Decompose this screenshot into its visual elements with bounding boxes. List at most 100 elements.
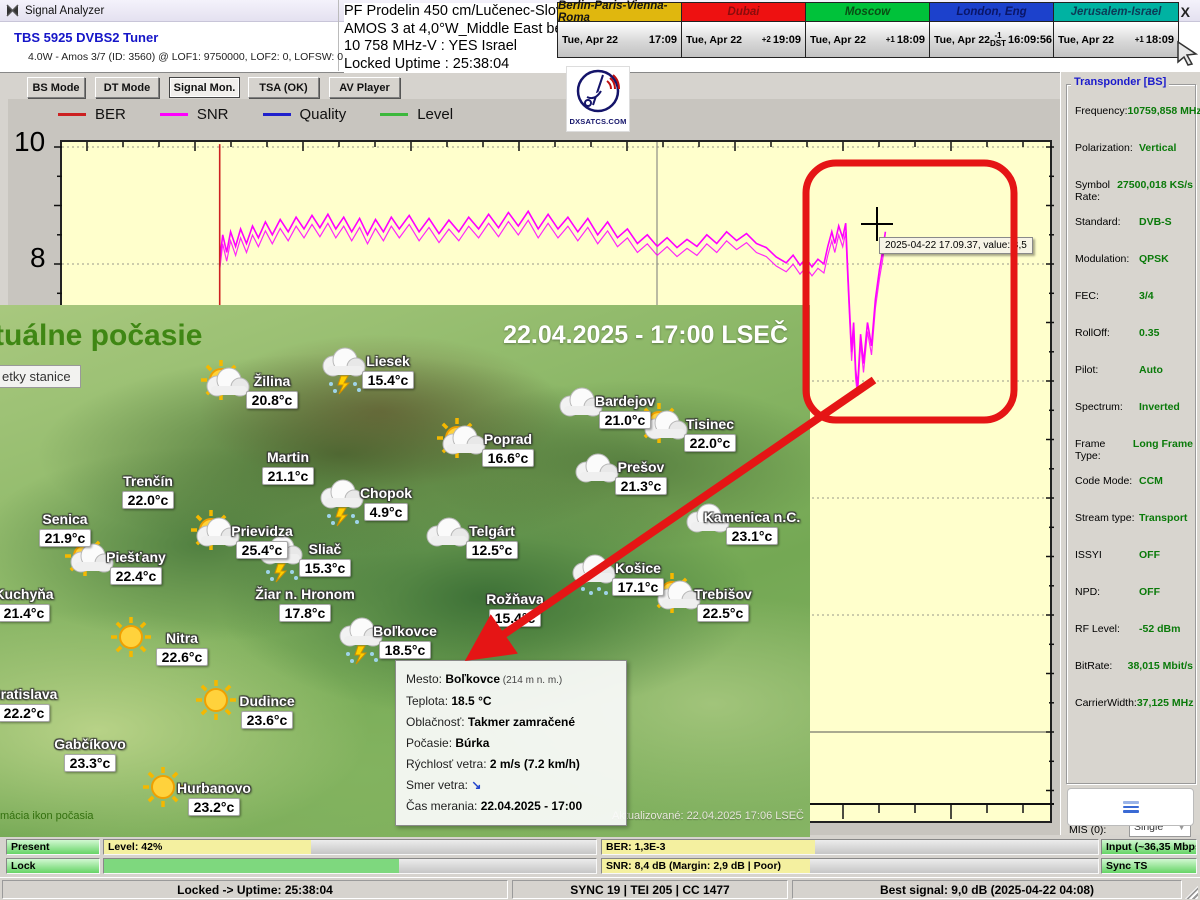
transponder-group-title: Transponder [BS]	[1071, 76, 1169, 88]
city-marker-kuchy-a[interactable]: Kuchyňa21.4°c	[0, 586, 79, 623]
chart-legend: BERSNRQualityLevel	[58, 106, 453, 123]
city-marker-gab-kovo[interactable]: Gabčíkovo23.3°c	[35, 736, 145, 773]
city-temperature: 4.9°c	[364, 503, 409, 521]
city-temperature: 16.6°c	[482, 449, 535, 467]
clock-city: Berlin-Paris-Vienna-Roma	[558, 3, 681, 22]
all-stations-button[interactable]: etky stanice	[0, 365, 81, 388]
city-marker-nitra[interactable]: Nitra22.6°c	[127, 630, 237, 667]
clock-day: Tue, Apr 22	[562, 34, 647, 46]
city-name: Boľkovce	[350, 623, 460, 639]
meter-present: Present	[6, 839, 100, 855]
satellite-info-line: AMOS 3 at 4,0°W_Middle East beam	[344, 21, 590, 39]
meter-label: Lock	[11, 860, 36, 872]
tab-signal-mon-[interactable]: Signal Mon.	[169, 77, 240, 98]
transponder-row: Modulation:QPSK	[1075, 253, 1193, 265]
transponder-row: ISSYIOFF	[1075, 549, 1193, 561]
transponder-value: -52 dBm	[1139, 623, 1180, 635]
city-temperature: 17.8°c	[279, 604, 332, 622]
transponder-value: OFF	[1139, 586, 1160, 598]
city-name: Prievidza	[207, 523, 317, 539]
tab-bs-mode[interactable]: BS Mode	[27, 77, 85, 98]
city-name: Rožňava	[460, 591, 570, 607]
city-marker-dudince[interactable]: Dudince23.6°c	[212, 693, 322, 730]
transponder-row: Pilot:Auto	[1075, 364, 1193, 376]
info-row: Čas merania: 22.04.2025 - 17:00	[406, 796, 616, 817]
clock-offset: +2	[762, 36, 771, 44]
city-marker-pie-any[interactable]: Piešťany22.4°c	[81, 549, 191, 586]
city-marker-poprad[interactable]: Poprad16.6°c	[453, 431, 563, 468]
status-best-signal: Best signal: 9,0 dB (2025-04-22 04:08)	[792, 880, 1182, 899]
transponder-row: RF Level:-52 dBm	[1075, 623, 1193, 635]
transponder-label: Polarization:	[1075, 142, 1139, 154]
city-name: Tisinec	[655, 416, 765, 432]
clock-day: Tue, Apr 22	[934, 34, 990, 46]
city-marker-slia-[interactable]: Sliač15.3°c	[270, 541, 380, 578]
transponder-label: Modulation:	[1075, 253, 1139, 265]
city-marker-bratislava[interactable]: Bratislava22.2°c	[0, 686, 79, 723]
panel-button[interactable]	[1067, 788, 1194, 826]
legend-swatch	[263, 113, 291, 116]
city-marker-liesek[interactable]: Liesek15.4°c	[333, 353, 443, 390]
city-marker-trebi-ov[interactable]: Trebišov22.5°c	[668, 586, 778, 623]
city-marker-pre-ov[interactable]: Prešov21.3°c	[586, 459, 696, 496]
meter-quality: Quality: 60%	[103, 858, 597, 874]
transponder-value: 27500,018 KS/s	[1117, 179, 1193, 203]
city-name: Hurbanovo	[159, 780, 269, 796]
info-row: Rýchlosť vetra: 2 m/s (7.2 km/h)	[406, 754, 616, 775]
info-row: Oblačnosť: Takmer zamračené	[406, 712, 616, 733]
transponder-row: Polarization:Vertical	[1075, 142, 1193, 154]
city-marker-tisinec[interactable]: Tisinec 22.0°c	[655, 416, 765, 453]
city-marker-senica[interactable]: Senica21.9°c	[10, 511, 120, 548]
legend-swatch	[160, 113, 188, 116]
tab-tsa-ok-[interactable]: TSA (OK)	[248, 77, 319, 98]
transponder-label: RF Level:	[1075, 623, 1139, 635]
dxsatcs-logo: DXSATCS.COM	[566, 66, 630, 132]
close-icon[interactable]: X	[1181, 4, 1190, 20]
city-name: Telgárt	[437, 523, 547, 539]
clock-time-row: Tue, Apr 2217:09	[558, 22, 681, 57]
legend-item: BER	[58, 106, 126, 123]
city-temperature: 21.9°c	[39, 529, 92, 547]
city-temperature: 22.0°c	[684, 434, 737, 452]
city-marker-ro-ava[interactable]: Rožňava 15.4°c	[460, 591, 570, 628]
city-marker-hurbanovo[interactable]: Hurbanovo23.2°c	[159, 780, 269, 817]
world-clock: London, EngTue, Apr 22-1DST16:09:56	[930, 3, 1054, 57]
city-marker--ilina[interactable]: Žilina20.8°c	[217, 373, 327, 410]
transponder-value: Vertical	[1139, 142, 1176, 154]
chart-tooltip: 2025-04-22 17.09.37, value: 8,5	[879, 237, 1033, 254]
city-marker-tren-n[interactable]: Trenčín22.0°c	[93, 473, 203, 510]
city-temperature: 15.4°c	[489, 609, 542, 627]
transponder-row: FEC:3/4	[1075, 290, 1193, 302]
info-row: Teplota: 18.5 °C	[406, 691, 616, 712]
tuner-details: 4.0W - Amos 3/7 (ID: 3560) @ LOF1: 97500…	[28, 51, 343, 63]
transponder-row: Standard:DVB-S	[1075, 216, 1193, 228]
city-marker-telg-rt[interactable]: Telgárt12.5°c	[437, 523, 547, 560]
city-marker-martin[interactable]: Martin21.1°c	[233, 449, 343, 486]
tab-av-player[interactable]: AV Player	[329, 77, 400, 98]
city-temperature: 17.1°c	[612, 578, 665, 596]
map-title: tuálne počasie	[0, 319, 202, 353]
legend-swatch	[380, 113, 408, 116]
transponder-panel: Frequency:10759,858 MHzPolarization:Vert…	[1060, 72, 1200, 835]
wind-direction-arrow-icon: ↘	[471, 778, 481, 792]
city-marker--iar-n-hronom[interactable]: Žiar n. Hronom17.8°c	[250, 586, 360, 623]
tab-dt-mode[interactable]: DT Mode	[95, 77, 159, 98]
transponder-label: FEC:	[1075, 290, 1139, 302]
world-clock: Berlin-Paris-Vienna-RomaTue, Apr 2217:09	[558, 3, 682, 57]
city-name: Trenčín	[93, 473, 203, 489]
city-marker-kamenica-n-c-[interactable]: Kamenica n.C.23.1°c	[697, 509, 807, 546]
meter-label: Sync TS	[1106, 860, 1147, 872]
clock-time: 17:09	[649, 34, 677, 46]
y-axis-label-10: 10	[14, 126, 45, 158]
transponder-group: Frequency:10759,858 MHzPolarization:Vert…	[1066, 84, 1196, 784]
clock-time: 19:09	[773, 34, 801, 46]
satellite-info-line: PF Prodelin 450 cm/Lučenec-Slovakia	[344, 3, 590, 21]
transponder-label: RollOff:	[1075, 327, 1139, 339]
transponder-value: 37,125 MHz	[1137, 697, 1194, 709]
city-marker-chopok[interactable]: Chopok4.9°c	[331, 485, 441, 522]
resize-grip[interactable]	[1185, 886, 1198, 899]
meter-snr: SNR: 8,4 dB (Margin: 2,9 dB | Poor)	[601, 858, 1099, 874]
weather-map: tuálne počasie 22.04.2025 - 17:00 LSEČ e…	[0, 305, 810, 837]
city-marker-bo-kovce[interactable]: Boľkovce18.5°c	[350, 623, 460, 660]
meter-label: Input (~36,35 Mbps)	[1106, 841, 1197, 853]
